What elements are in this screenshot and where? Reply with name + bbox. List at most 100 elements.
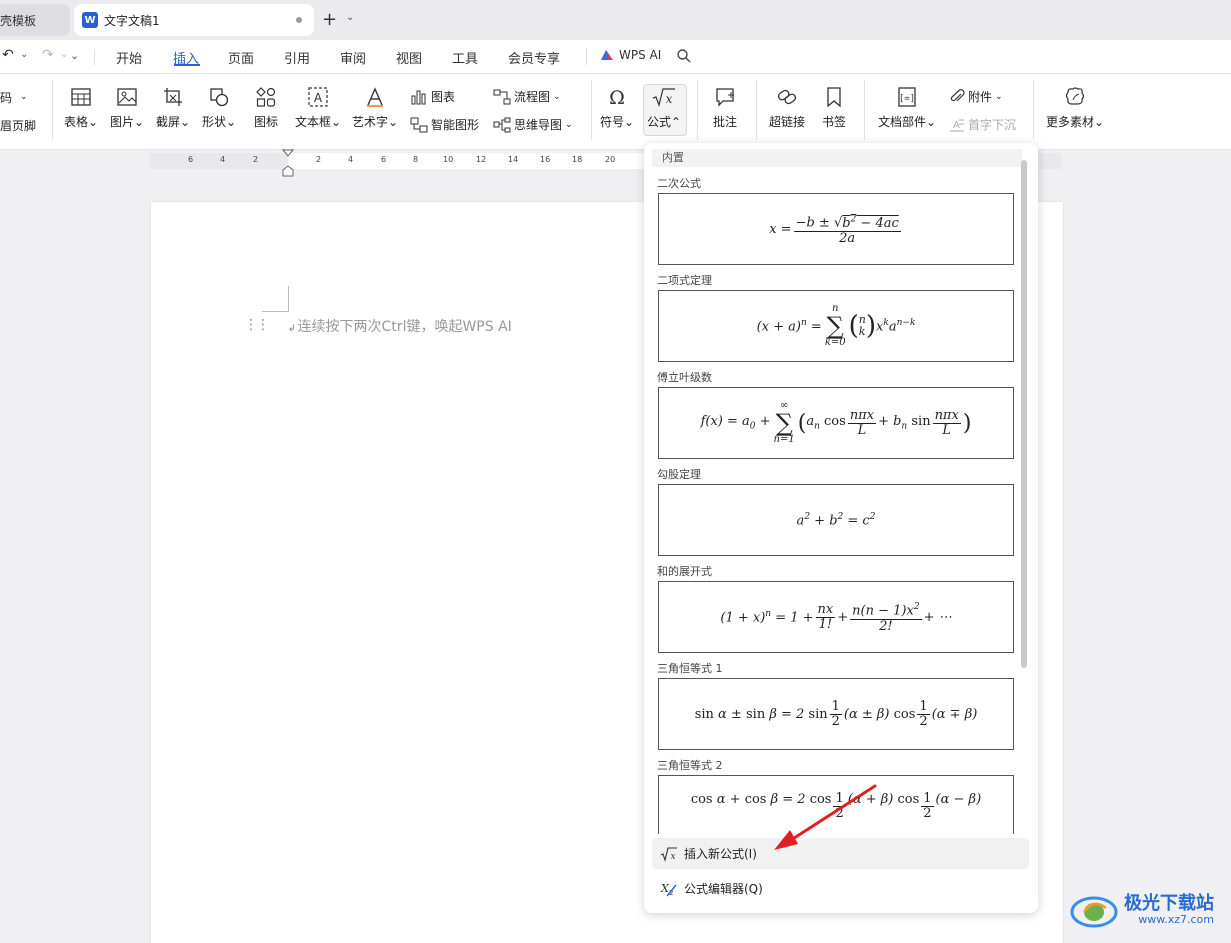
table-button[interactable]: 表格⌄	[64, 86, 98, 130]
search-icon[interactable]	[676, 48, 692, 64]
formula-item-trig2[interactable]: cos α + cos β = 2 cos 12 (α + β) cos 12 …	[658, 775, 1014, 834]
link-icon	[777, 89, 797, 105]
screenshot-label: 截屏	[156, 115, 181, 129]
undo-icon[interactable]: ↶	[2, 47, 14, 63]
wps-ai-button[interactable]: WPS AI	[600, 48, 661, 62]
svg-text:A: A	[314, 91, 323, 105]
tab-page[interactable]: 页面	[228, 48, 254, 67]
formula-button-content[interactable]: x 公式⌃	[647, 86, 681, 130]
mindmap-icon	[493, 117, 511, 132]
formula-editor-icon: X2	[660, 882, 677, 897]
divider	[94, 49, 95, 65]
chart-icon	[411, 90, 426, 104]
tab-view[interactable]: 视图	[396, 48, 422, 67]
site-watermark: 极光下载站 www.xz7.com	[1070, 890, 1214, 930]
dropcap-button: A 首字下沉	[949, 116, 1016, 133]
quick-access-more[interactable]: ⌄	[70, 49, 79, 62]
ruler-number: 8	[413, 155, 419, 164]
tab-member[interactable]: 会员专享	[508, 48, 560, 67]
bookmark-button[interactable]: 书签	[822, 86, 846, 130]
comment-label: 批注	[713, 115, 738, 129]
dropdown-scrollbar[interactable]	[1021, 160, 1027, 668]
redo-dropdown[interactable]: ⌄	[60, 49, 68, 60]
formula-editor-button[interactable]: X2 公式编辑器(Q)	[660, 880, 763, 897]
symbol-label: 符号	[600, 115, 625, 129]
menu-bar: ↶ ⌄ ↷ ⌄ ⌄ 开始 插入 页面 引用 审阅 视图 工具 会员专享 WPS …	[0, 40, 1231, 74]
attachment-label: 附件	[968, 90, 993, 104]
watermark-logo-icon	[1070, 896, 1118, 928]
tab-previous[interactable]: 壳模板	[0, 4, 70, 36]
wps-ai-icon	[601, 50, 613, 60]
chevron-down-icon: ⌄	[20, 92, 28, 102]
formula-item-binomial[interactable]: (x + a)n = n ∑ k=0 (n k) xkan−k	[658, 290, 1014, 362]
icon-button[interactable]: 图标	[254, 86, 278, 130]
table-icon	[71, 88, 91, 106]
divider	[591, 80, 592, 140]
formula-item-trig1[interactable]: sin α ± sin β = 2 sin 12 (α ± β) cos 12 …	[658, 678, 1014, 750]
tab-document[interactable]: W 文字文稿1	[74, 4, 314, 36]
tab-review[interactable]: 审阅	[340, 48, 366, 67]
tab-label: 壳模板	[0, 13, 37, 28]
watermark-url: www.xz7.com	[1138, 912, 1214, 926]
comment-button[interactable]: 批注	[713, 86, 737, 130]
divider	[864, 80, 865, 140]
table-label: 表格	[64, 115, 89, 129]
formula-name-trig1: 三角恒等式 1	[657, 662, 723, 675]
comment-icon	[716, 88, 734, 107]
wordart-label: 艺术字	[352, 115, 389, 129]
indent-marker-icon[interactable]	[282, 148, 294, 178]
formula-name-fourier: 傅立叶级数	[657, 371, 712, 384]
new-tab-dropdown[interactable]: ⌄	[346, 12, 354, 23]
chart-button[interactable]: 图表	[410, 88, 455, 105]
wordart-icon	[367, 87, 384, 107]
formula-item-expansion[interactable]: (1 + x)n = 1 + nx 1! + n(n − 1)x2 2! + ⋯	[658, 581, 1014, 653]
bookmark-icon	[827, 87, 841, 108]
chart-label: 图表	[431, 90, 456, 104]
tab-tools[interactable]: 工具	[452, 48, 478, 67]
hyperlink-button[interactable]: 超链接	[769, 86, 805, 130]
picture-button[interactable]: 图片⌄	[110, 86, 144, 130]
insert-new-formula-button[interactable]: x 插入新公式(I)	[660, 845, 757, 862]
attachment-button[interactable]: 附件 ⌄	[949, 88, 1003, 105]
textbox-button[interactable]: A 文本框⌄	[295, 86, 341, 130]
mindmap-button[interactable]: 思维导图 ⌄	[493, 116, 573, 133]
redo-icon[interactable]: ↷	[42, 47, 54, 63]
shape-button[interactable]: 形状⌄	[202, 86, 236, 130]
sqrt-x-icon: x	[660, 846, 677, 862]
svg-text:x: x	[666, 92, 673, 106]
formula-name-trig2: 三角恒等式 2	[657, 759, 723, 772]
partial-tool-top[interactable]: 码	[0, 89, 12, 106]
formula-item-fourier[interactable]: f(x) = a0 + ∞ ∑ n=1 ( an cos nπx L + bn sin…	[658, 387, 1014, 459]
new-tab-button[interactable]: +	[322, 9, 337, 30]
unsaved-dot-icon[interactable]	[296, 17, 302, 23]
wordart-button[interactable]: 艺术字⌄	[352, 86, 398, 130]
tab-home[interactable]: 开始	[116, 48, 142, 67]
drag-handle-icon[interactable]: ⋮⋮	[244, 317, 270, 333]
undo-dropdown[interactable]: ⌄	[20, 49, 28, 60]
ai-placeholder-text[interactable]: ↲ 连续按下两次Ctrl键，唤起WPS AI	[288, 316, 512, 336]
ruler-number: 4	[348, 155, 354, 164]
more-material-label: 更多素材	[1046, 115, 1095, 129]
more-material-button[interactable]: 更多素材⌄	[1046, 86, 1104, 130]
formula-item-quadratic[interactable]: x = −b ± √b2 − 4ac 2a	[658, 193, 1014, 265]
flowchart-button[interactable]: 流程图 ⌄	[493, 88, 561, 105]
flowchart-icon	[493, 89, 511, 104]
picture-icon	[117, 88, 137, 106]
symbol-button[interactable]: Ω 符号⌄	[600, 86, 634, 130]
ruler-number: 12	[476, 155, 487, 164]
header-footer-button[interactable]: 眉页脚	[0, 117, 36, 134]
dropcap-icon: A	[950, 119, 964, 131]
tab-references[interactable]: 引用	[284, 48, 310, 67]
formula-label: 公式	[647, 115, 672, 129]
sqrt-x-icon: x	[652, 88, 676, 108]
ruler-number: 16	[540, 155, 551, 164]
screenshot-button[interactable]: 截屏⌄	[156, 86, 190, 130]
paperclip-icon	[950, 88, 965, 101]
margin-corner-mark	[262, 286, 289, 312]
docparts-button[interactable]: [=] 文档部件⌄	[878, 86, 936, 130]
mindmap-label: 思维导图	[514, 118, 563, 132]
ruler-number: 6	[188, 155, 194, 164]
ruler-number: 2	[253, 155, 259, 164]
smartart-button[interactable]: 智能图形	[410, 116, 479, 133]
formula-item-pythagorean[interactable]: a2 + b2 = c2	[658, 484, 1014, 556]
